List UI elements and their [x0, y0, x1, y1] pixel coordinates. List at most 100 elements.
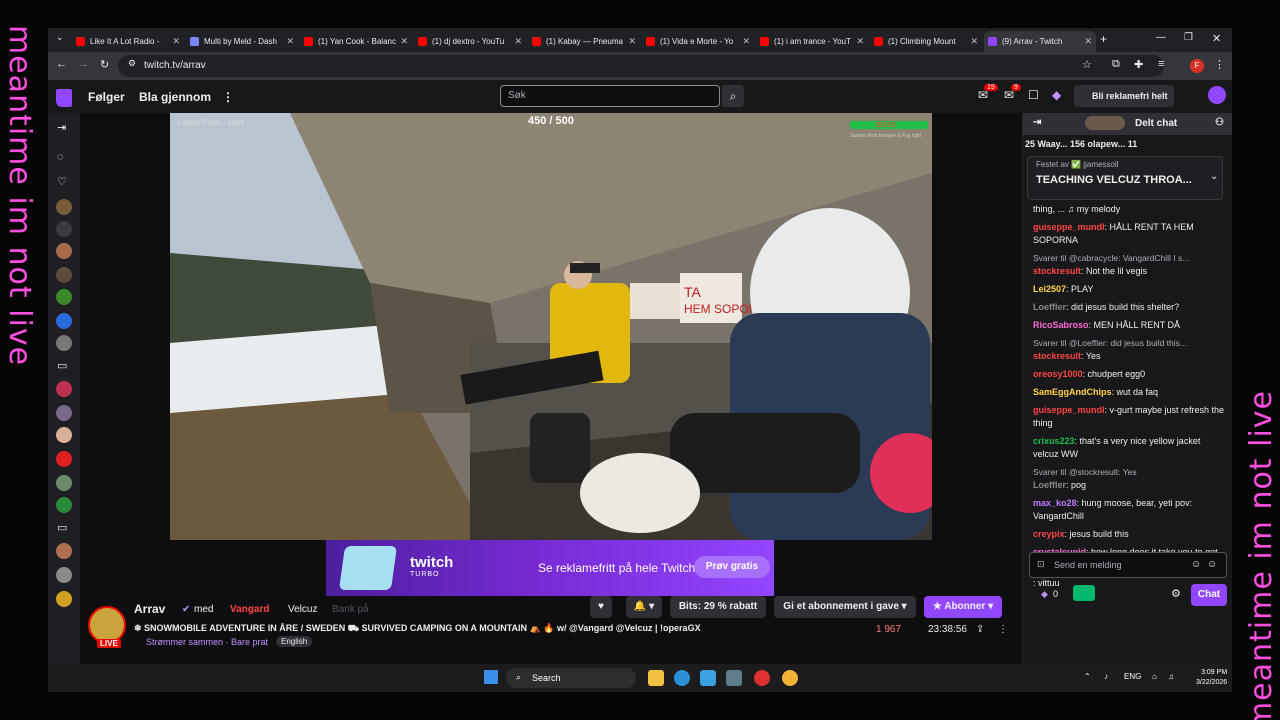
nav-following[interactable]: Følger [88, 90, 125, 104]
extensions-icon[interactable]: ⧉ [1112, 58, 1120, 71]
tab-list-icon[interactable]: ≡ [1158, 58, 1164, 70]
channel-avatar[interactable] [56, 405, 72, 421]
recommended-icon[interactable]: ◌ [57, 151, 64, 163]
notification-bell-icon[interactable]: 🔔 ▾ [626, 596, 662, 618]
close-tab-icon[interactable]: ✕ [400, 36, 408, 47]
puzzle-icon[interactable]: ✚ [1134, 58, 1143, 71]
chat-message[interactable]: Svarer til @cabracycle: VangardChill I s… [1033, 252, 1225, 278]
chat-username[interactable]: Loeffler [1033, 480, 1066, 490]
edge-icon[interactable] [674, 670, 690, 686]
close-tab-icon[interactable]: ✕ [856, 36, 864, 47]
more-options-icon[interactable]: ⋮ [998, 624, 1008, 635]
chat-message[interactable]: oreosy1000: chudpert egg0 [1033, 368, 1225, 381]
video-player[interactable]: TA HEM SOPOR Latest Pinto - subs $5350 S… [170, 113, 932, 540]
chat-username[interactable]: guiseppe_mundl [1033, 405, 1105, 415]
camera-icon[interactable]: ▭ [57, 521, 67, 534]
browser-tab[interactable]: (9) Arrav - Twitch ✕ [984, 31, 1096, 52]
channel-avatar[interactable] [56, 475, 72, 491]
collab-velcuz[interactable]: Velcuz [288, 604, 317, 615]
browser-tab[interactable]: Multi by Meld - Dash ✕ [186, 31, 298, 52]
expand-rail-icon[interactable]: ⇥ [57, 121, 66, 134]
chat-username[interactable]: creypix [1033, 529, 1065, 539]
channel-avatar[interactable] [56, 381, 72, 397]
chat-username[interactable]: RicoSabroso [1033, 320, 1089, 330]
chat-message[interactable]: crixus223: that's a very nice yellow jac… [1033, 435, 1225, 461]
channel-avatar[interactable] [56, 313, 72, 329]
chat-username[interactable]: Lei2507 [1033, 284, 1066, 294]
close-tab-icon[interactable]: ✕ [514, 36, 522, 47]
chat-message[interactable]: SamEggAndChips: wut da faq [1033, 386, 1225, 399]
close-tab-icon[interactable]: ✕ [628, 36, 636, 47]
chat-message[interactable]: guiseppe_mundl: v-gurt maybe just refres… [1033, 404, 1225, 430]
address-bar[interactable]: twitch.tv/arrav [118, 55, 1164, 77]
chrome-icon[interactable] [782, 670, 798, 686]
file-explorer-icon[interactable] [648, 670, 664, 686]
close-tab-icon[interactable]: ✕ [970, 36, 978, 47]
gift-sub-button[interactable]: Gi et abonnement i gave ▾ [774, 596, 916, 618]
close-tab-icon[interactable]: ✕ [742, 36, 750, 47]
network-icon[interactable]: ⌂ [1152, 672, 1157, 681]
bits-button[interactable]: Bits: 29 % rabatt [670, 596, 766, 618]
channel-avatar[interactable] [56, 199, 72, 215]
chat-username[interactable]: crixus223 [1033, 436, 1075, 446]
chat-message[interactable]: RicoSabroso: MEN HÅLL RENT DÅ [1033, 319, 1225, 332]
channel-avatar[interactable] [56, 567, 72, 583]
taskbar-search[interactable]: Search [506, 668, 636, 688]
channel-avatar[interactable] [56, 335, 72, 351]
chat-message[interactable]: guiseppe_mundl: HÅLL RENT TA HEM SOPORNA [1033, 221, 1225, 247]
site-info-icon[interactable]: ⚙ [128, 58, 136, 69]
close-tab-icon[interactable]: ✕ [172, 36, 180, 47]
store-icon[interactable] [700, 670, 716, 686]
pinned-message[interactable]: Festet av ✅ jjamessoll TEACHING VELCUZ T… [1027, 156, 1223, 200]
channel-avatar[interactable] [56, 221, 72, 237]
mic-icon[interactable]: ♪ [1104, 672, 1108, 681]
channel-points-icon[interactable]: ◆ [1041, 589, 1048, 600]
channel-avatar[interactable] [56, 497, 72, 513]
emote-icon[interactable]: ☺ [1191, 559, 1201, 570]
channel-avatar[interactable] [56, 543, 72, 559]
chat-settings-icon[interactable]: ⊡ [1037, 559, 1045, 570]
smiley-icon[interactable]: ☺ [1207, 559, 1217, 570]
app-icon[interactable] [726, 670, 742, 686]
forward-icon[interactable]: → [78, 58, 89, 70]
restore-icon[interactable]: ❐ [1184, 32, 1193, 43]
nav-browse[interactable]: Bla gjennom [139, 90, 211, 104]
chat-message[interactable]: creypix: jesus build this [1033, 528, 1225, 541]
share-icon[interactable]: ⇪ [976, 624, 984, 635]
tray-chevron-icon[interactable]: ⌃ [1084, 672, 1091, 681]
channel-name[interactable]: Arrav [134, 602, 165, 616]
chat-send-button[interactable]: Chat [1191, 584, 1227, 606]
heart-icon[interactable]: ♡ [57, 175, 67, 188]
channel-avatar[interactable] [56, 289, 72, 305]
chevron-down-icon[interactable]: ⌄ [1210, 171, 1218, 182]
channel-avatar[interactable] [56, 267, 72, 283]
turbo-ad-banner[interactable]: twitch TURBO Se reklamefritt på hele Twi… [326, 540, 774, 596]
chat-message[interactable]: Loeffler: did jesus build this shelter? [1033, 301, 1225, 314]
chat-username[interactable]: max_ko28 [1033, 498, 1077, 508]
chat-message[interactable]: thing, ... ♫ my melody [1033, 203, 1225, 216]
reload-icon[interactable]: ↻ [100, 58, 109, 71]
volume-icon[interactable]: ♫ [1168, 672, 1174, 681]
chat-users-icon[interactable]: ⚇ [1215, 117, 1224, 128]
chat-username[interactable]: oreosy1000 [1033, 369, 1083, 379]
minimize-icon[interactable]: — [1156, 32, 1166, 43]
profile-avatar[interactable]: F [1190, 59, 1204, 73]
stream-category[interactable]: Strømmer sammen · Bare prat [146, 637, 268, 647]
knock-button[interactable]: Bank på [332, 604, 369, 615]
browser-tab[interactable]: (1) i am trance - YouT ✕ [756, 31, 868, 52]
clock[interactable]: 3:09 PM 3/22/2026 [1196, 668, 1227, 688]
chat-username[interactable]: SamEggAndChips [1033, 387, 1112, 397]
close-window-icon[interactable]: ✕ [1212, 32, 1221, 45]
chat-username[interactable]: stockresult [1033, 351, 1081, 361]
subscribe-button[interactable]: ★ Abonner ▾ [924, 596, 1002, 618]
browser-tab[interactable]: (1) Climbing Mount ✕ [870, 31, 982, 52]
chat-username[interactable]: Loeffler [1033, 302, 1066, 312]
nav-more-icon[interactable]: ⋮ [222, 90, 234, 104]
new-tab-button[interactable]: + [1100, 32, 1107, 46]
crown-icon[interactable]: ◆ [1052, 88, 1061, 102]
chat-message[interactable]: Svarer til @Loeffler: did jesus build th… [1033, 337, 1225, 363]
chat-message[interactable]: Lei2507: PLAY [1033, 283, 1225, 296]
chat-message[interactable]: max_ko28: hung moose, bear, yeti pov: Va… [1033, 497, 1225, 523]
channel-avatar[interactable] [56, 243, 72, 259]
browser-tab[interactable]: (1) Vida e Morte - Yo ✕ [642, 31, 754, 52]
